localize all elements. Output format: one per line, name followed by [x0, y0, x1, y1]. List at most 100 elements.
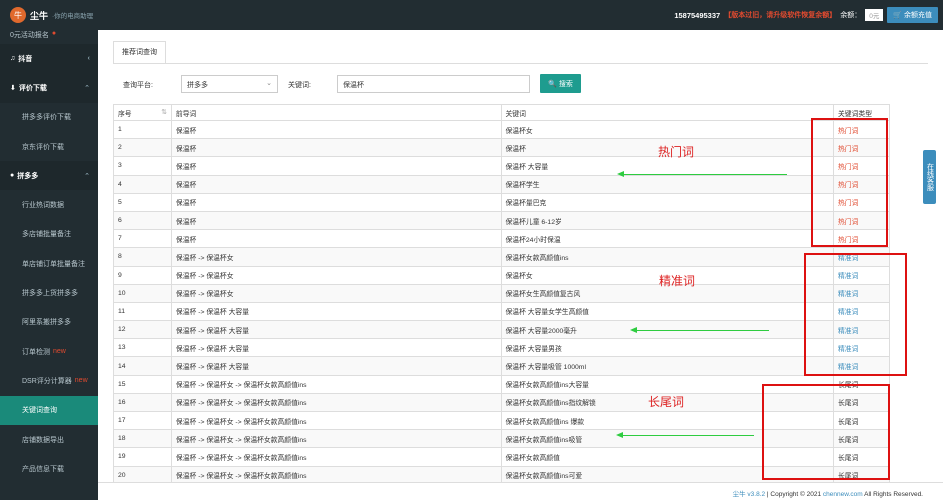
cell-keyword: 保温杯 大容量男孩 — [500, 338, 835, 358]
cell-lead-word: 保温杯 — [170, 210, 502, 231]
annotation-longtail: 长尾词 — [648, 395, 685, 409]
table-row: 5 保温杯 保温杯量巴克 热门词 — [113, 192, 890, 212]
cell-lead-word: 保温杯 -> 保温杯女 — [170, 283, 502, 303]
sidebar-item-label: 京东评价下载 — [22, 143, 64, 151]
table-row: 1 保温杯 保温杯女 热门词 — [113, 119, 890, 140]
col-index[interactable]: 序号 ⇅ — [113, 104, 172, 121]
footer-copyright: | Copyright © 2021 — [765, 491, 823, 498]
sidebar-item-8[interactable]: 拼多多上货拼多多 — [0, 278, 98, 307]
hot-words-box — [811, 118, 888, 247]
cell-index: 4 — [113, 174, 172, 194]
cell-keyword: 保温杯儿童 6-12岁 — [500, 210, 835, 231]
cell-keyword: 保温杯女款高颜值ins — [500, 247, 835, 267]
keyword-input[interactable]: 保温杯 — [337, 75, 530, 93]
arrow-precise — [630, 327, 769, 333]
precise-words-box — [804, 253, 907, 376]
chevron-icon: ⌃ — [84, 84, 90, 92]
footer: 尘牛 v3.8.2 | Copyright © 2021 chennew.com… — [98, 482, 943, 500]
cell-index: 11 — [113, 301, 172, 322]
online-service-tab[interactable]: 在线客服 — [923, 150, 936, 204]
logo-icon: 牛 — [10, 7, 26, 23]
cell-lead-word: 保温杯 -> 保温杯女 -> 保温杯女款高颜值ins — [170, 447, 502, 467]
sidebar-item-2[interactable]: 拼多多评价下载 — [0, 103, 98, 132]
sidebar-item-label: 拼多多 — [17, 172, 39, 180]
sidebar-item-10[interactable]: 订单检测 new — [0, 337, 98, 366]
recharge-label: 余额充值 — [904, 12, 932, 19]
cell-lead-word: 保温杯 -> 保温杯女 -> 保温杯女款高颜值ins — [170, 429, 502, 449]
cell-lead-word: 保温杯 — [170, 138, 502, 158]
sidebar-group-1[interactable]: ⬇ 评价下载 ⌃ — [0, 73, 98, 103]
cell-lead-word: 保温杯 — [170, 156, 502, 176]
cell-lead-word: 保温杯 — [170, 229, 502, 249]
sidebar-item-7[interactable]: 单店铺订单批量备注 — [0, 249, 98, 278]
cell-keyword: 保温杯24小时保温 — [500, 229, 835, 249]
table-row: 3 保温杯 保温杯 大容量 热门词 — [113, 156, 890, 176]
logo-area[interactable]: 牛 尘牛 ·你的电商助理 — [0, 7, 98, 23]
platform-label: 查询平台: — [123, 82, 153, 89]
sidebar-item-label: 阿里系搬拼多多 — [22, 319, 71, 327]
sidebar-item-6[interactable]: 多店铺批量备注 — [0, 220, 98, 249]
sidebar-item-12[interactable]: 关键词查询 — [0, 395, 98, 425]
sort-icon[interactable]: ⇅ — [161, 108, 167, 116]
sidebar-item-3[interactable]: 京东评价下载 — [0, 132, 98, 161]
cell-index: 15 — [113, 374, 172, 394]
cell-index: 13 — [113, 338, 172, 358]
sidebar-item-label: 0元活动报名 — [10, 32, 49, 39]
cell-index: 1 — [113, 119, 172, 140]
sidebar-group-0[interactable]: ♫ 抖音 ‹ — [0, 44, 98, 74]
cell-lead-word: 保温杯 -> 保温杯女 -> 保温杯女款高颜值ins — [170, 392, 502, 413]
sidebar-item-label: 评价下载 — [18, 84, 47, 92]
cell-index: 9 — [113, 265, 172, 285]
cell-index: 12 — [113, 320, 172, 340]
chevron-icon: ‹ — [87, 55, 90, 63]
sidebar-item-label: 拼多多评价下载 — [22, 114, 71, 122]
sidebar-item-label: 拼多多上货拼多多 — [22, 290, 78, 298]
cell-index: 16 — [113, 392, 172, 413]
cell-index: 19 — [113, 447, 172, 467]
sidebar-item-label: 多店铺批量备注 — [22, 231, 71, 239]
upgrade-notice[interactable]: 【版本过旧，请升级软件恢复余额】 — [724, 10, 836, 20]
table-row: 6 保温杯 保温杯儿童 6-12岁 热门词 — [113, 210, 890, 231]
footer-brand: 尘牛 v3.8.2 — [732, 491, 766, 498]
tab-bar: 推荐词查询 — [113, 41, 166, 63]
table-row: 11 保温杯 -> 保温杯 大容量 保温杯 大容量女学生高颜值 精准词 — [113, 301, 890, 322]
keyword-label: 关键词: — [288, 82, 311, 89]
recharge-button[interactable]: 🛒 余额充值 — [887, 7, 938, 23]
cell-lead-word: 保温杯 -> 保温杯女 -> 保温杯女款高颜值ins — [170, 410, 502, 431]
sidebar-item-13[interactable]: 店铺数据导出 — [0, 425, 98, 454]
table-row: 13 保温杯 -> 保温杯 大容量 保温杯 大容量男孩 精准词 — [113, 338, 890, 358]
cell-lead-word: 保温杯 -> 保温杯女 — [170, 247, 502, 267]
footer-site-link[interactable]: chennew.com — [823, 491, 863, 498]
annotation-hot: 热门词 — [658, 145, 695, 159]
sidebar-item-activity[interactable]: 0元活动报名 ● — [0, 30, 98, 44]
new-badge: new — [74, 377, 88, 385]
sidebar-item-label: 单店铺订单批量备注 — [22, 260, 85, 268]
platform-select[interactable]: 拼多多 ⌄ — [181, 75, 278, 93]
sidebar-item-label: 店铺数据导出 — [22, 436, 64, 444]
cell-index: 18 — [113, 429, 172, 449]
cell-index: 2 — [113, 138, 172, 158]
main-panel: 推荐词查询 查询平台: 拼多多 ⌄ 关键词: 保温杯 🔍 搜索 序号 ⇅ 前导词 … — [98, 30, 943, 485]
balance-value: 0元 — [865, 9, 884, 21]
chevron-icon: ⌃ — [84, 172, 90, 180]
tab-keyword-query[interactable]: 推荐词查询 — [113, 41, 166, 63]
cell-lead-word: 保温杯 — [170, 174, 502, 194]
tab-divider — [113, 63, 928, 64]
sidebar-item-9[interactable]: 阿里系搬拼多多 — [0, 308, 98, 337]
col-keyword: 关键词 — [500, 104, 835, 121]
cell-keyword: 保温杯女 — [500, 119, 835, 140]
col-lead-word: 前导词 — [170, 104, 502, 121]
sidebar-item-11[interactable]: DSR评分计算器 new — [0, 366, 98, 395]
sidebar-group-4[interactable]: ● 拼多多 ⌃ — [0, 161, 98, 191]
footer-rights: All Rights Reserved. — [862, 491, 923, 498]
brand-slogan: ·你的电商助理 — [52, 13, 94, 20]
sidebar-item-14[interactable]: 产品信息下载 — [0, 454, 98, 483]
cell-lead-word: 保温杯 -> 保温杯 大容量 — [170, 301, 502, 322]
search-button[interactable]: 🔍 搜索 — [540, 74, 581, 93]
search-icon: 🔍 — [548, 80, 557, 88]
table-row: 9 保温杯 -> 保温杯女 保温杯女 精准词 — [113, 265, 890, 285]
search-form: 查询平台: 拼多多 ⌄ 关键词: 保温杯 🔍 搜索 — [113, 74, 928, 95]
cell-index: 17 — [113, 410, 172, 431]
top-header: 牛 尘牛 ·你的电商助理 15875495337 【版本过旧，请升级软件恢复余额… — [0, 0, 943, 30]
sidebar-item-5[interactable]: 行业热词数据 — [0, 190, 98, 219]
